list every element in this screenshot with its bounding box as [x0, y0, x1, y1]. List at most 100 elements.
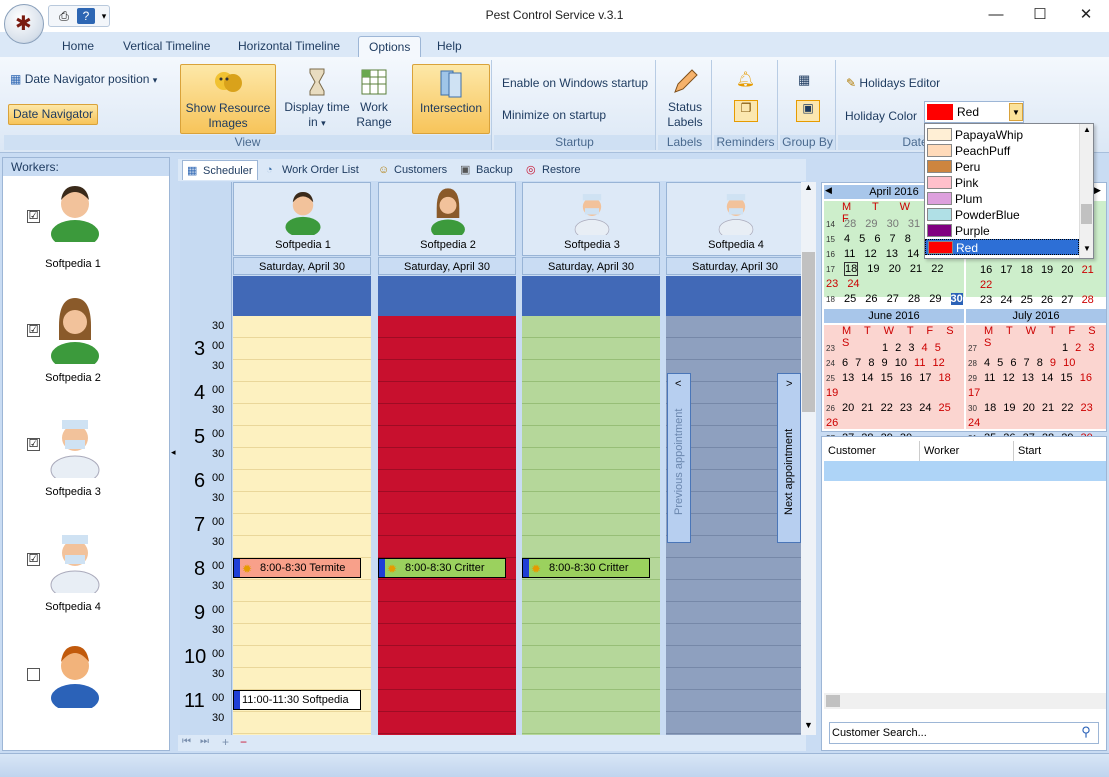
tab-home[interactable]: Home: [52, 36, 104, 58]
color-option[interactable]: Purple: [925, 223, 1079, 239]
app-menu-button[interactable]: ✱: [4, 4, 44, 44]
worker-checkbox[interactable]: ☑: [27, 210, 40, 223]
worker-name: Softpedia 4: [45, 601, 101, 613]
binoculars-icon[interactable]: ⚲: [1076, 724, 1096, 742]
resource-column[interactable]: Softpedia 1 Saturday, April 30 ✹ 8:00-8:3…: [233, 182, 371, 735]
month-july[interactable]: M T W T F S S 27 1 2 3 28 4 5 6 7 8 9 10…: [966, 325, 1106, 474]
status-labels-button[interactable]: Status Labels: [660, 64, 710, 130]
close-button[interactable]: ✕: [1063, 0, 1109, 30]
tab-restore[interactable]: ◎ Restore: [522, 160, 585, 180]
scroll-thumb[interactable]: [1081, 204, 1092, 224]
resource-column[interactable]: Softpedia 2 Saturday, April 30 ✹ 8:00-8:3…: [378, 182, 516, 735]
column-header: Softpedia 1: [233, 182, 371, 256]
next-month-icon[interactable]: ▶: [1094, 185, 1101, 196]
holidays-editor-button[interactable]: ✎ Holidays Editor: [846, 76, 940, 91]
worker-item[interactable]: [3, 638, 153, 748]
appointment[interactable]: ✹ 8:00-8:30 Termite: [233, 558, 361, 578]
all-day-area[interactable]: [666, 276, 804, 316]
hourglass-icon: [309, 68, 325, 96]
intersection-button[interactable]: Intersection: [412, 64, 490, 134]
worker-name: Softpedia 1: [45, 258, 101, 270]
all-day-area[interactable]: [378, 276, 516, 316]
day-body[interactable]: ✹ 8:00-8:30 Critter: [378, 316, 516, 735]
worker-name: Softpedia 2: [45, 372, 101, 384]
tab-work-order-list[interactable]: ◔ Work Order List: [262, 160, 363, 180]
worker-checkbox[interactable]: [27, 668, 40, 681]
first-icon[interactable]: ⏮: [182, 736, 191, 747]
appointment[interactable]: ✹ 8:00-8:30 Critter: [522, 558, 650, 578]
scroll-down-icon[interactable]: ▼: [1083, 244, 1091, 253]
day-body[interactable]: ✹ 8:00-8:30 Critter: [522, 316, 660, 735]
appointment[interactable]: 11:00-11:30 Softpedia: [233, 690, 361, 710]
worker-item[interactable]: ☑ Softpedia 2: [3, 294, 153, 404]
splitter[interactable]: ◂: [171, 157, 179, 751]
display-time-in-button[interactable]: Display time in ▾: [282, 64, 352, 131]
avatar-female-icon: [431, 188, 465, 235]
worker-checkbox[interactable]: ☑: [27, 324, 40, 337]
tab-backup[interactable]: ▣ Backup: [456, 160, 517, 180]
column-date: Saturday, April 30: [522, 257, 660, 275]
appointment[interactable]: ✹ 8:00-8:30 Critter: [378, 558, 506, 578]
chevron-down-icon[interactable]: ▼: [1009, 103, 1023, 121]
group-reminders-label: Reminders: [714, 135, 777, 150]
scheduler-scrollbar[interactable]: ▲ ▼: [801, 182, 816, 735]
tab-vertical-timeline[interactable]: Vertical Timeline: [113, 36, 220, 58]
column-header[interactable]: Worker: [920, 441, 1014, 461]
color-option[interactable]: Peru: [925, 159, 1079, 175]
horizontal-scrollbar[interactable]: [824, 693, 1106, 709]
resource-column[interactable]: Softpedia 3 Saturday, April 30 ✹ 8:00-8:3…: [522, 182, 660, 735]
color-option[interactable]: PowderBlue: [925, 207, 1079, 223]
chevron-left-icon[interactable]: ◂: [171, 447, 176, 458]
enable-on-startup-button[interactable]: Enable on Windows startup: [502, 76, 648, 91]
next-appointment-button[interactable]: > Next appointment: [777, 373, 801, 543]
add-icon[interactable]: +: [222, 735, 229, 749]
minimize-on-startup-button[interactable]: Minimize on startup: [502, 108, 606, 123]
column-header[interactable]: Customer: [824, 441, 920, 461]
scheduler-footer: ⏮ ⏭ + −: [178, 735, 806, 751]
worker-item[interactable]: ☑ Softpedia 4: [3, 523, 153, 633]
worker-item[interactable]: ☑ Softpedia 3: [3, 408, 153, 518]
calendar-icon: ▦: [10, 72, 22, 86]
worker-item[interactable]: ☑ Softpedia 1: [3, 180, 153, 290]
last-icon[interactable]: ⏭: [200, 736, 209, 747]
worker-checkbox[interactable]: ☑: [27, 438, 40, 451]
tab-options[interactable]: Options: [358, 36, 422, 58]
customer-search-input[interactable]: Customer Search...: [829, 722, 1099, 744]
list-scrollbar[interactable]: ▲ ▼: [1079, 124, 1093, 258]
month-june[interactable]: M T W T F S S 23 1 2 3 4 5 24 6 7 8 9 10…: [824, 325, 964, 444]
color-option[interactable]: Plum: [925, 191, 1079, 207]
color-option[interactable]: PeachPuff: [925, 143, 1079, 159]
color-option-selected[interactable]: Red: [925, 239, 1079, 255]
all-day-area[interactable]: [233, 276, 371, 316]
column-header[interactable]: Start: [1014, 441, 1104, 461]
color-option[interactable]: Pink: [925, 175, 1079, 191]
work-range-button[interactable]: Work Range: [346, 64, 402, 130]
prev-month-icon[interactable]: ◀: [825, 185, 832, 196]
scroll-up-icon[interactable]: ▲: [1083, 125, 1091, 134]
previous-appointment-button[interactable]: < Previous appointment: [667, 373, 691, 543]
show-resource-images-button[interactable]: Show Resource Images: [180, 64, 276, 134]
tab-scheduler[interactable]: ▦ Scheduler: [182, 160, 258, 180]
worker-checkbox[interactable]: ☑: [27, 553, 40, 566]
windows-icon[interactable]: ❐: [734, 100, 758, 122]
sun-icon: ✹: [531, 562, 542, 576]
group-by-icon[interactable]: ▣: [796, 100, 820, 122]
all-day-area[interactable]: [522, 276, 660, 316]
calendar-day-icon[interactable]: ▦: [798, 72, 810, 87]
remove-icon[interactable]: −: [240, 735, 247, 749]
bell-icon[interactable]: 🔔︎: [736, 72, 755, 87]
color-option[interactable]: PapayaWhip: [925, 127, 1079, 143]
tab-horizontal-timeline[interactable]: Horizontal Timeline: [228, 36, 350, 58]
color-dropdown-list: PapayaWhip PeachPuff Peru Pink Plum Powd…: [924, 123, 1094, 259]
maximize-button[interactable]: ☐: [1017, 0, 1063, 30]
day-body[interactable]: ✹ 8:00-8:30 Termite 11:00-11:30 Softpedia: [233, 316, 371, 735]
table-row[interactable]: [824, 461, 1106, 481]
tab-help[interactable]: Help: [427, 36, 472, 58]
date-navigator-button[interactable]: Date Navigator: [8, 104, 99, 125]
month-title: July 2016: [966, 309, 1106, 323]
date-navigator-position-button[interactable]: ▦ Date Navigator position ▾: [10, 72, 157, 88]
tab-customers[interactable]: ☺ Customers: [374, 160, 451, 180]
holiday-color-select[interactable]: Red ▼: [924, 101, 1024, 123]
lifebuoy-icon: ◎: [526, 164, 536, 176]
minimize-button[interactable]: —: [973, 0, 1019, 30]
